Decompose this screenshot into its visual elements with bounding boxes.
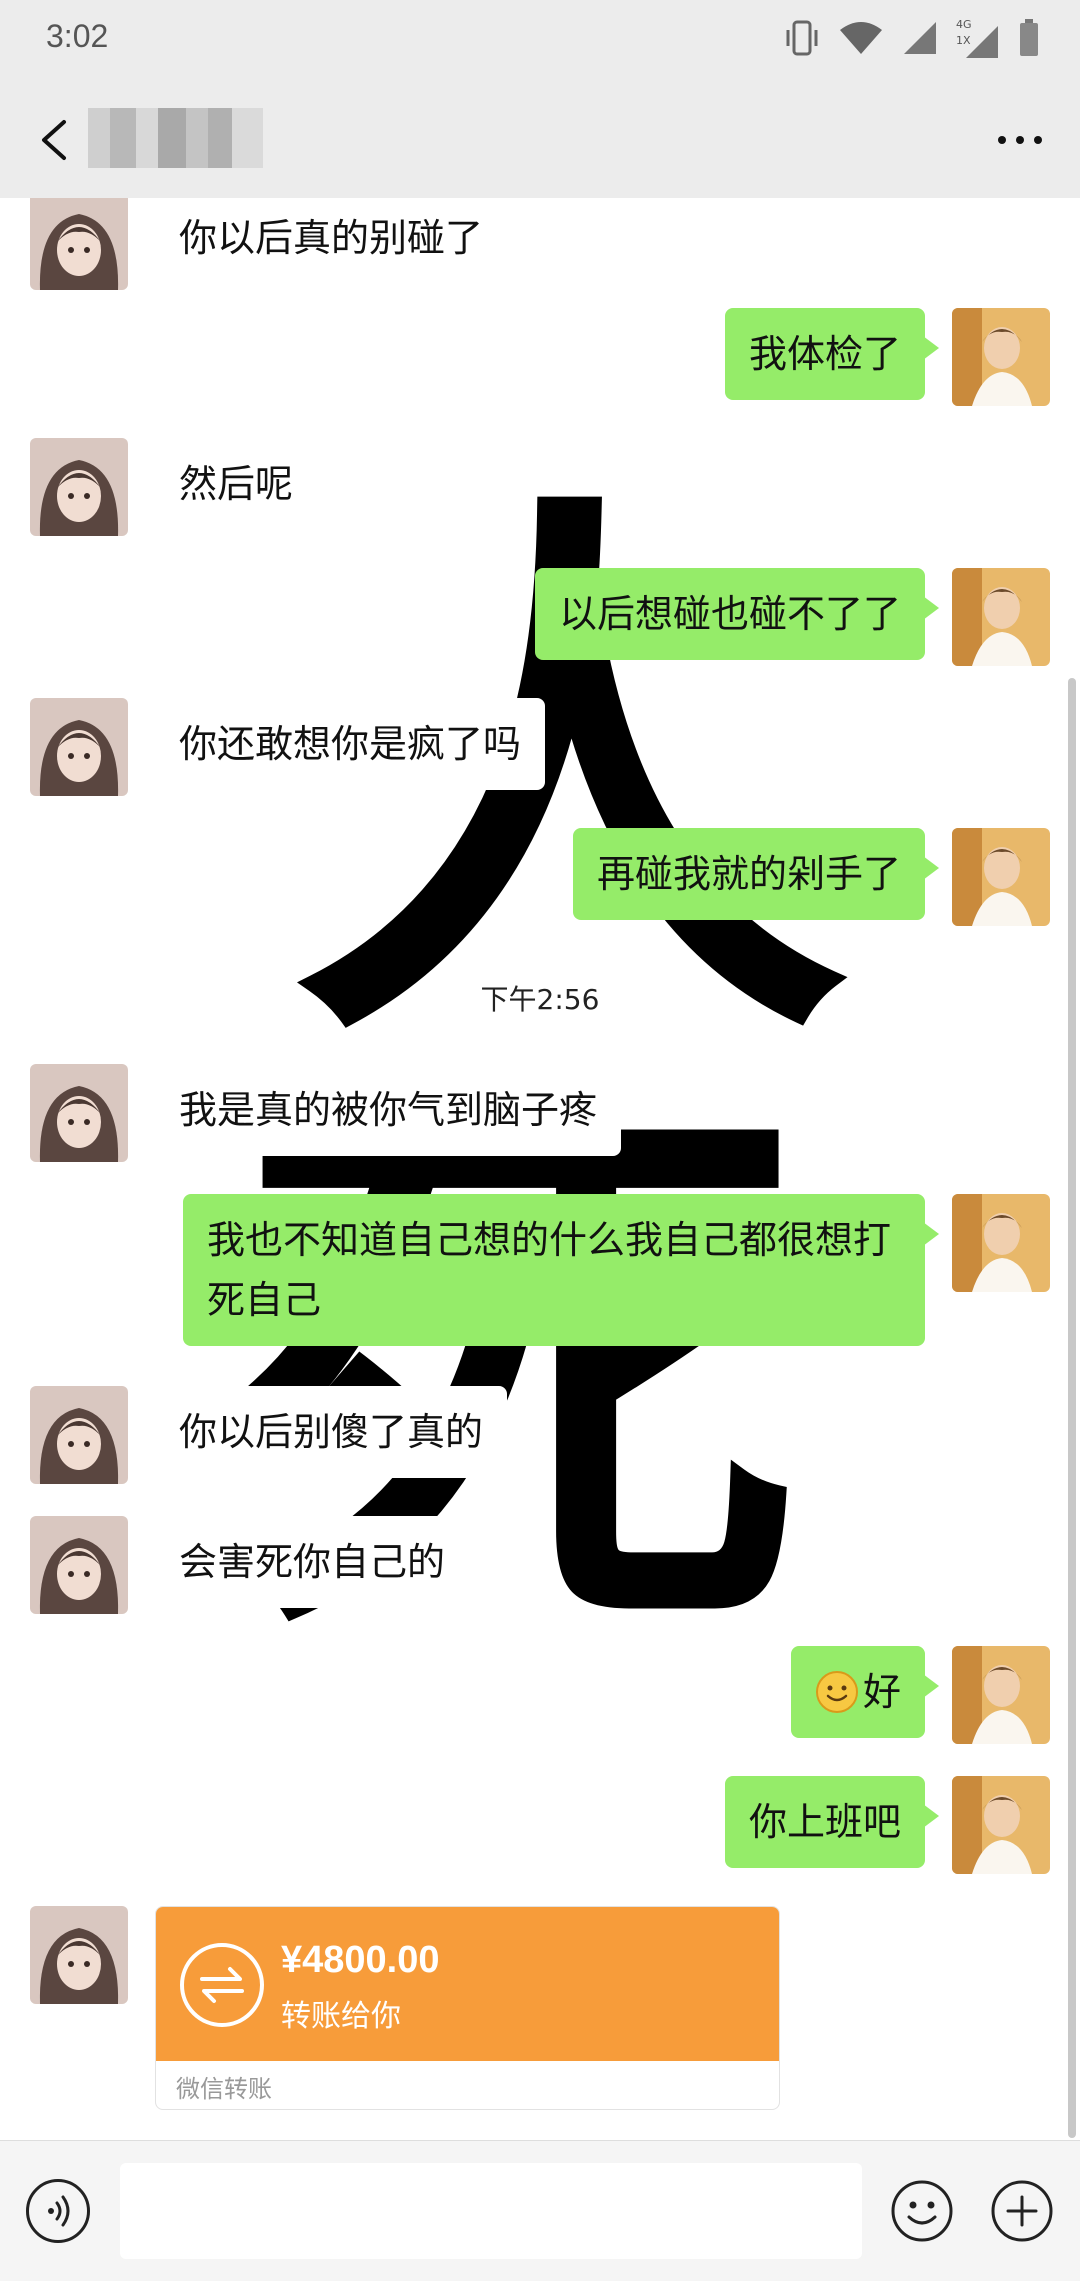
emoji-icon bbox=[891, 2180, 953, 2242]
contact-avatar[interactable] bbox=[30, 1064, 128, 1162]
message-bubble-received[interactable]: 你以后真的别碰了 bbox=[140, 198, 508, 284]
more-functions-button[interactable] bbox=[990, 2179, 1054, 2243]
emoji-button[interactable] bbox=[890, 2179, 954, 2243]
vibrate-icon bbox=[784, 18, 820, 62]
contact-name-blurred bbox=[88, 108, 263, 168]
contact-avatar[interactable] bbox=[30, 1516, 128, 1614]
voice-icon bbox=[48, 2195, 70, 2227]
contact-avatar[interactable] bbox=[30, 698, 128, 796]
user-avatar[interactable] bbox=[952, 828, 1050, 926]
message-bubble-sent[interactable]: 我也不知道自己想的什么我自己都很想打死自己 bbox=[183, 1194, 939, 1346]
contact-avatar[interactable] bbox=[30, 438, 128, 536]
message-bubble-received[interactable]: 然后呢 bbox=[140, 438, 318, 530]
user-avatar[interactable] bbox=[952, 568, 1050, 666]
transfer-amount: ¥4800.00 bbox=[281, 1939, 440, 1981]
transfer-exchange-icon bbox=[180, 1943, 264, 2027]
smile-emoji-icon bbox=[815, 1670, 859, 1714]
chevron-left-icon bbox=[42, 120, 66, 160]
transfer-card[interactable]: ¥4800.00 转账给你 微信转账 bbox=[155, 1906, 780, 2110]
back-button[interactable] bbox=[28, 110, 88, 170]
chat-message-area: 人 死 你以后真的别碰了 我体检了 然后呢 以后想碰也碰不了了 你还敢想你是疯了… bbox=[0, 198, 1080, 2140]
message-bubble-sent[interactable]: 以后想碰也碰不了了 bbox=[534, 568, 940, 660]
user-avatar[interactable] bbox=[952, 1646, 1050, 1744]
message-timestamp: 下午2:56 bbox=[480, 983, 600, 1016]
transfer-card-header: ¥4800.00 转账给你 bbox=[156, 1907, 779, 2061]
user-avatar[interactable] bbox=[952, 1194, 1050, 1292]
user-avatar[interactable] bbox=[952, 1776, 1050, 1874]
contact-avatar[interactable] bbox=[30, 1386, 128, 1484]
signal-icon bbox=[902, 20, 938, 60]
voice-button[interactable] bbox=[26, 2179, 90, 2243]
chat-header bbox=[0, 80, 1080, 199]
signal-4g-icon: 4G 1X bbox=[956, 18, 1000, 60]
transfer-subtitle: 转账给你 bbox=[281, 1999, 401, 2034]
message-bubble-sent[interactable]: 再碰我就的剁手了 bbox=[572, 828, 940, 920]
message-bubble-sent[interactable]: 我体检了 bbox=[724, 308, 940, 400]
status-bar: 3:02 4G 1X bbox=[0, 0, 1080, 80]
transfer-footer-label: 微信转账 bbox=[176, 2075, 272, 2103]
message-bubble-sent[interactable]: 好 bbox=[790, 1646, 940, 1738]
more-dots-icon bbox=[998, 136, 1042, 144]
message-input[interactable] bbox=[120, 2163, 862, 2259]
message-bubble-received[interactable]: 你还敢想你是疯了吗 bbox=[140, 698, 546, 790]
message-bubble-sent[interactable]: 你上班吧 bbox=[724, 1776, 940, 1868]
message-bubble-received[interactable]: 我是真的被你气到脑子疼 bbox=[140, 1064, 622, 1156]
user-avatar[interactable] bbox=[952, 308, 1050, 406]
plus-icon bbox=[991, 2180, 1053, 2242]
status-time: 3:02 bbox=[46, 18, 109, 54]
input-bar bbox=[0, 2140, 1080, 2281]
wifi-icon bbox=[838, 20, 884, 60]
message-bubble-received[interactable]: 会害死你自己的 bbox=[140, 1516, 470, 1608]
scrollbar[interactable] bbox=[1068, 678, 1076, 2138]
message-bubble-received[interactable]: 你以后别傻了真的 bbox=[140, 1386, 508, 1478]
status-icons: 4G 1X bbox=[784, 18, 1040, 62]
contact-avatar[interactable] bbox=[30, 1906, 128, 2004]
more-button[interactable] bbox=[990, 110, 1050, 170]
battery-icon bbox=[1018, 18, 1040, 62]
contact-avatar[interactable] bbox=[30, 198, 128, 290]
